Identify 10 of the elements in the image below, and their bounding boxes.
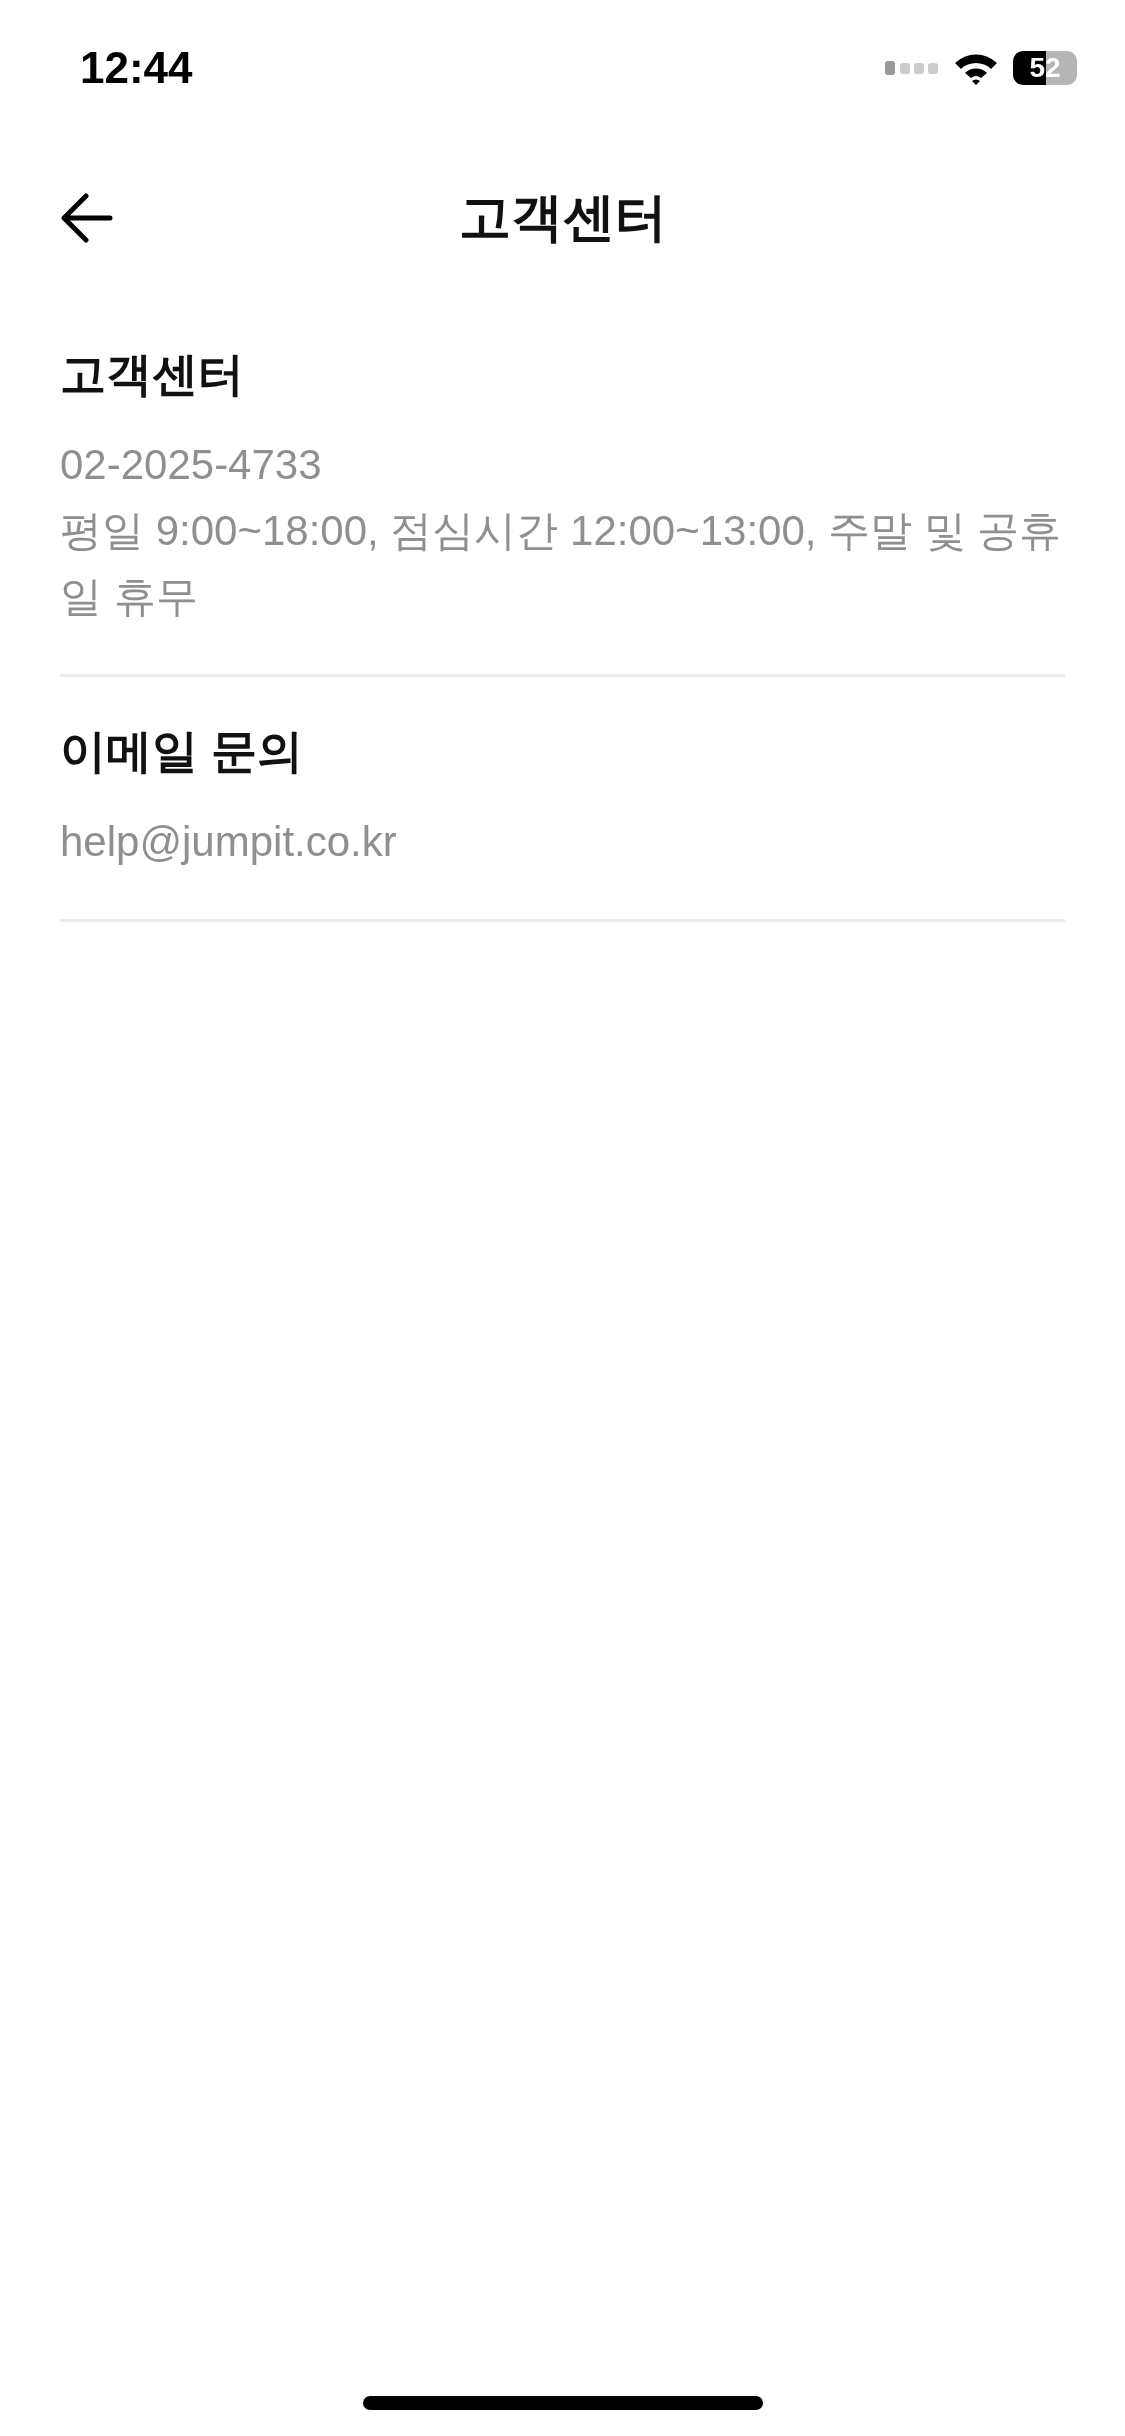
signal-icon xyxy=(885,59,939,77)
section-title: 이메일 문의 xyxy=(60,724,304,779)
contact-info: help@jumpit.co.kr xyxy=(60,817,398,867)
wifi-icon xyxy=(953,51,999,85)
back-arrow-icon xyxy=(60,193,114,243)
contact-info: 02-2025-4733 xyxy=(60,440,323,490)
contact-info: 평일 9:00~18:00, 점심시간 12:00~13:00, 주말 및 공휴일 휴무 xyxy=(60,506,1063,622)
section-title: 고객센터 xyxy=(60,347,245,402)
status-time: 12:44 xyxy=(80,43,193,93)
page-title: 고객센터 xyxy=(458,187,667,248)
